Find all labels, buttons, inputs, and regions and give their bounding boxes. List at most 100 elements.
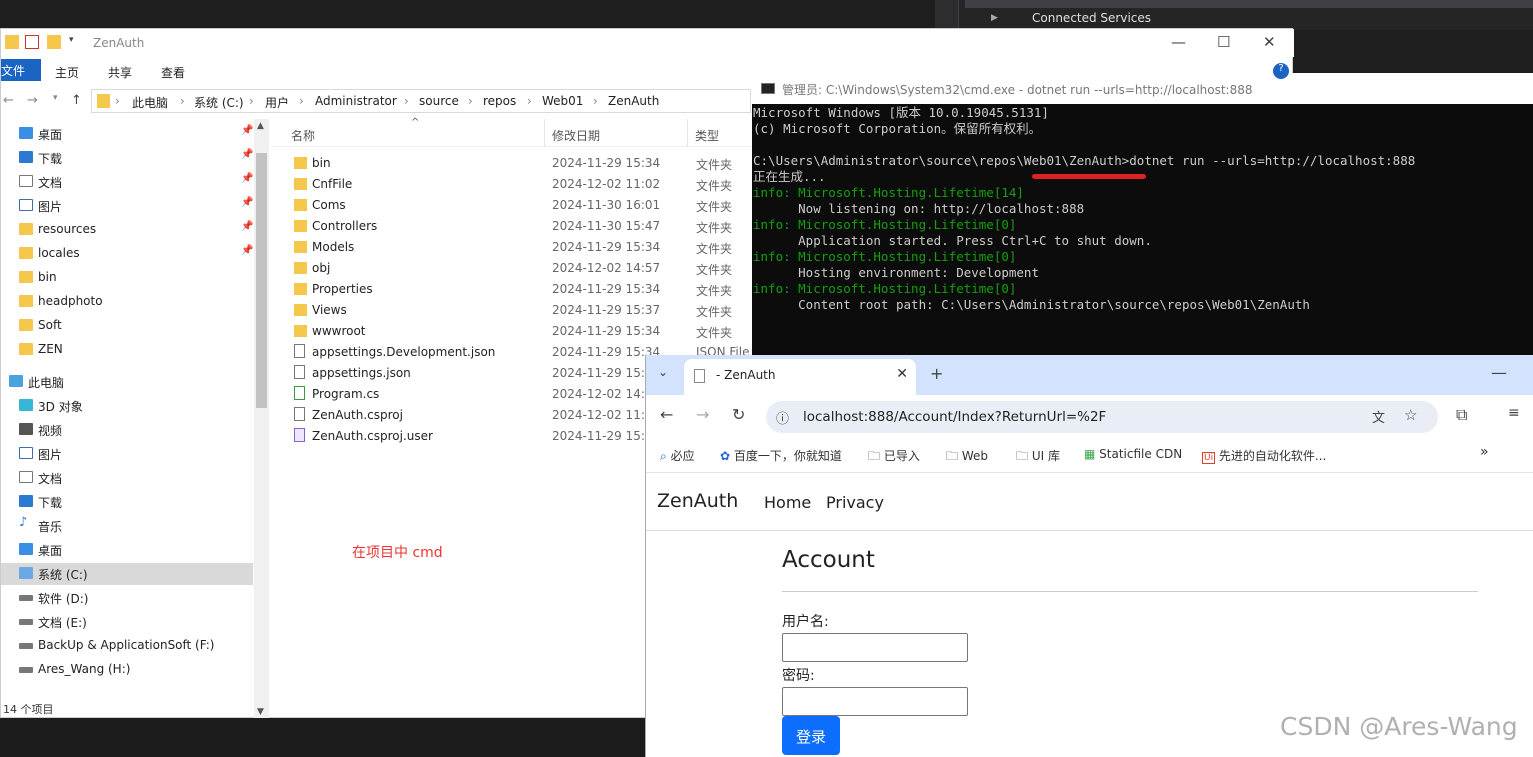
browser-tab[interactable]: - ZenAuth ✕ bbox=[684, 359, 916, 395]
breadcrumb[interactable]: ZenAuth bbox=[608, 94, 659, 108]
connected-services-item[interactable]: Connected Services bbox=[1032, 11, 1151, 25]
tab-search-icon[interactable]: ⌄ bbox=[658, 365, 668, 379]
ribbon-tab-share[interactable]: 共享 bbox=[108, 64, 132, 81]
sidebar-item-desktop-2[interactable]: 桌面 bbox=[19, 539, 254, 561]
ribbon-tab-home[interactable]: 主页 bbox=[55, 64, 79, 81]
address-bar[interactable]: › 此电脑 › 系统 (C:) › 用户 › Administrator › s… bbox=[91, 89, 751, 113]
more-bookmarks-icon[interactable]: » bbox=[1480, 444, 1489, 460]
bookmark-folder[interactable]: 🗀 已导入 bbox=[868, 447, 920, 468]
sidebar-item-bin[interactable]: bin bbox=[19, 267, 254, 289]
breadcrumb[interactable]: source bbox=[419, 94, 459, 108]
login-button[interactable]: 登录 bbox=[782, 716, 840, 755]
ribbon-tab-view[interactable]: 查看 bbox=[161, 64, 185, 81]
pin-icon[interactable]: 📌 bbox=[241, 173, 253, 184]
minimize-icon[interactable]: — bbox=[1491, 363, 1507, 382]
sidebar-item-3d-objects[interactable]: 3D 对象 bbox=[19, 395, 254, 417]
up-arrow-icon[interactable]: ↑ bbox=[71, 93, 82, 108]
scrollbar-thumb[interactable] bbox=[256, 153, 267, 408]
bookmark-item[interactable]: ✿ 百度一下，你就知道 bbox=[720, 447, 842, 464]
sidebar-item-drive-c[interactable]: 系统 (C:) bbox=[1, 563, 253, 585]
forward-arrow-icon[interactable]: → bbox=[27, 93, 38, 108]
sidebar-item-music[interactable]: ♪ 音乐 bbox=[19, 515, 254, 537]
sidebar-item-this-pc[interactable]: 此电脑 bbox=[9, 371, 244, 393]
ribbon-tab-file[interactable]: 文件 bbox=[1, 59, 41, 81]
reload-icon[interactable]: ↻ bbox=[732, 405, 745, 424]
column-type[interactable]: 类型 bbox=[695, 127, 719, 144]
breadcrumb[interactable]: 用户 bbox=[265, 94, 289, 111]
sidebar-item-desktop[interactable]: 桌面 📌 bbox=[19, 123, 254, 145]
pin-icon[interactable]: 📌 bbox=[241, 149, 253, 160]
sidebar-item-pictures[interactable]: 图片 📌 bbox=[19, 195, 254, 217]
extensions-icon[interactable]: ⧉ bbox=[1456, 405, 1467, 425]
bookmark-item[interactable]: ▦ Staticfile CDN bbox=[1084, 447, 1182, 461]
breadcrumb[interactable]: Web01 bbox=[542, 94, 583, 108]
maximize-icon[interactable]: ☐ bbox=[1217, 33, 1230, 51]
properties-icon[interactable] bbox=[25, 35, 39, 49]
sidebar-item-documents[interactable]: 文档 📌 bbox=[19, 171, 254, 193]
url-text[interactable]: localhost:888/Account/Index?ReturnUrl=%2… bbox=[803, 409, 1106, 425]
sidebar-item-documents-2[interactable]: 文档 bbox=[19, 467, 254, 489]
file-row[interactable]: Properties 2024-11-29 15:34 文件夹 bbox=[291, 279, 753, 300]
bookmark-item[interactable]: ⌕ 必应 bbox=[660, 447, 695, 464]
new-tab-icon[interactable]: + bbox=[930, 364, 943, 383]
sidebar-item-downloads[interactable]: 下载 📌 bbox=[19, 147, 254, 169]
nav-link-home[interactable]: Home bbox=[764, 493, 811, 512]
sidebar-scrollbar[interactable]: ▲ ▼ bbox=[254, 119, 269, 719]
nav-link-privacy[interactable]: Privacy bbox=[826, 493, 884, 512]
url-bar[interactable]: ⓘ localhost:888/Account/Index?ReturnUrl=… bbox=[766, 401, 1438, 433]
file-row[interactable]: obj 2024-12-02 14:57 文件夹 bbox=[291, 258, 753, 279]
file-row[interactable]: Models 2024-11-29 15:34 文件夹 bbox=[291, 237, 753, 258]
sidebar-item-resources[interactable]: resources 📌 bbox=[19, 219, 254, 241]
file-row[interactable]: wwwroot 2024-11-29 15:34 文件夹 bbox=[291, 321, 753, 342]
sidebar-item-drive-d[interactable]: 软件 (D:) bbox=[19, 587, 254, 609]
recent-dropdown-icon[interactable]: ▾ bbox=[53, 93, 58, 103]
password-input[interactable] bbox=[782, 687, 968, 716]
file-row[interactable]: Views 2024-11-29 15:37 文件夹 bbox=[291, 300, 753, 321]
file-row[interactable]: bin 2024-11-29 15:34 文件夹 bbox=[291, 153, 753, 174]
navigation-pane: 桌面 📌 下载 📌 文档 📌 图片 📌 resources 📌 locales 📌 bin … bbox=[1, 119, 269, 719]
sidebar-item-videos[interactable]: 视频 bbox=[19, 419, 254, 441]
bookmark-item[interactable]: Ui 先进的自动化软件... bbox=[1202, 447, 1326, 464]
back-arrow-icon[interactable]: ← bbox=[3, 93, 14, 108]
sidebar-item-zen[interactable]: ZEN bbox=[19, 339, 254, 361]
username-input[interactable] bbox=[782, 633, 968, 662]
sidebar-item-drive-h[interactable]: Ares_Wang (H:) bbox=[19, 659, 254, 681]
translate-icon[interactable]: 文 bbox=[1372, 407, 1385, 426]
sidebar-item-pictures-2[interactable]: 图片 bbox=[19, 443, 254, 465]
expand-arrow-icon[interactable]: ▶ bbox=[991, 13, 998, 23]
site-info-icon[interactable]: ⓘ bbox=[776, 408, 789, 427]
sidebar-item-drive-e[interactable]: 文档 (E:) bbox=[19, 611, 254, 633]
bookmark-star-icon[interactable]: ☆ bbox=[1404, 406, 1417, 424]
sidebar-item-drive-f[interactable]: BackUp & ApplicationSoft (F:) bbox=[19, 635, 254, 657]
sidebar-item-locales[interactable]: locales 📌 bbox=[19, 243, 254, 265]
bookmark-folder[interactable]: 🗀 UI 库 bbox=[1016, 447, 1060, 468]
column-date[interactable]: 修改日期 bbox=[552, 127, 600, 144]
help-icon[interactable]: ? bbox=[1273, 63, 1289, 79]
scroll-up-icon[interactable]: ▲ bbox=[257, 121, 264, 131]
pin-icon[interactable]: 📌 bbox=[241, 197, 253, 208]
minimize-icon[interactable]: — bbox=[1171, 33, 1186, 51]
column-name[interactable]: 名称 bbox=[291, 127, 315, 144]
file-row[interactable]: CnfFile 2024-12-02 11:02 文件夹 bbox=[291, 174, 753, 195]
pin-icon[interactable]: 📌 bbox=[241, 125, 253, 136]
close-icon[interactable]: ✕ bbox=[1263, 33, 1276, 51]
pin-icon[interactable]: 📌 bbox=[241, 221, 253, 232]
breadcrumb[interactable]: 系统 (C:) bbox=[194, 94, 244, 111]
site-brand[interactable]: ZenAuth bbox=[657, 490, 738, 512]
quick-access-dropdown-icon[interactable]: ▾ bbox=[69, 35, 83, 49]
new-folder-icon[interactable] bbox=[47, 35, 61, 49]
pin-icon[interactable]: 📌 bbox=[241, 245, 253, 256]
file-row[interactable]: Coms 2024-11-30 16:01 文件夹 bbox=[291, 195, 753, 216]
sidebar-item-downloads-2[interactable]: 下载 bbox=[19, 491, 254, 513]
breadcrumb[interactable]: 此电脑 bbox=[132, 94, 168, 111]
bookmark-folder[interactable]: 🗀 Web bbox=[946, 447, 988, 468]
sidebar-item-soft[interactable]: Soft bbox=[19, 315, 254, 337]
breadcrumb[interactable]: Administrator bbox=[315, 94, 397, 108]
back-arrow-icon[interactable]: ← bbox=[660, 405, 673, 424]
file-row[interactable]: Controllers 2024-11-30 15:47 文件夹 bbox=[291, 216, 753, 237]
breadcrumb[interactable]: repos bbox=[483, 94, 516, 108]
close-tab-icon[interactable]: ✕ bbox=[896, 366, 908, 382]
sidebar-item-headphoto[interactable]: headphoto bbox=[19, 291, 254, 313]
forward-arrow-icon[interactable]: → bbox=[696, 405, 709, 424]
reading-list-icon[interactable]: ≡ bbox=[1508, 405, 1520, 421]
